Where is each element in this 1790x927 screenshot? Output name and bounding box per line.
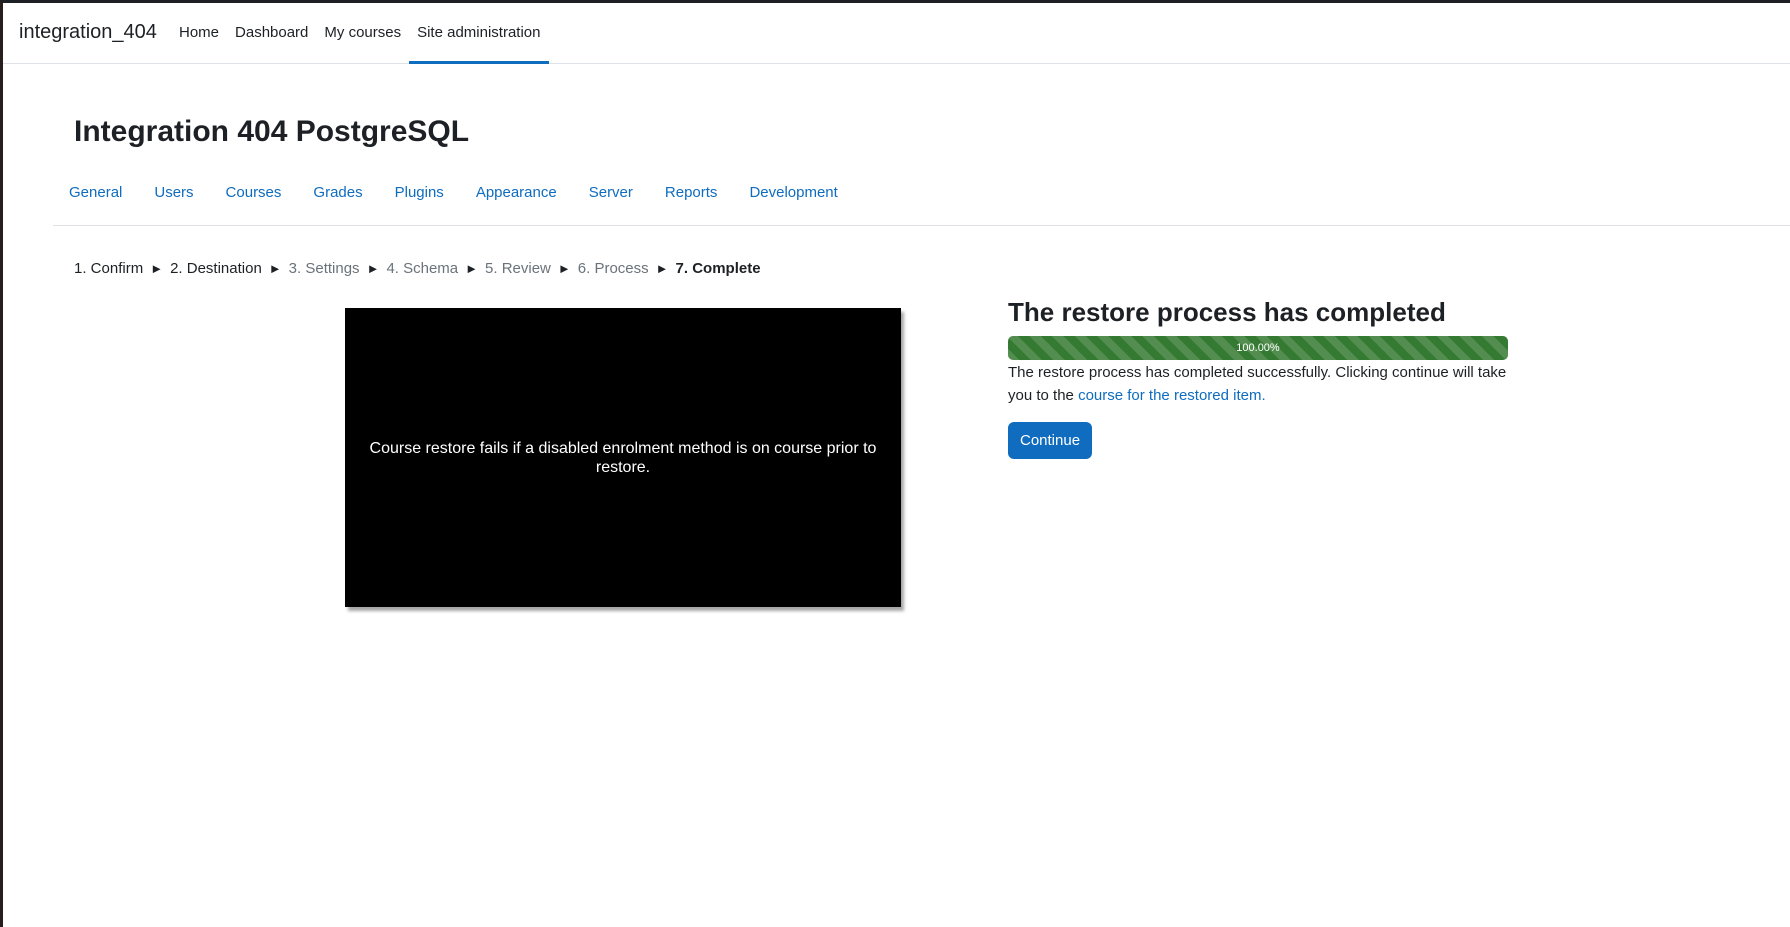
result-message: The restore process has completed succes…: [1008, 361, 1518, 407]
tab-appearance[interactable]: Appearance: [460, 175, 573, 211]
tab-plugins[interactable]: Plugins: [379, 175, 460, 211]
nav-home[interactable]: Home: [171, 3, 227, 63]
video-caption: Course restore fails if a disabled enrol…: [369, 439, 877, 476]
tab-server[interactable]: Server: [573, 175, 649, 211]
step-process: 6. Process: [577, 260, 649, 277]
progress-bar-fill: 100.00%: [1008, 336, 1508, 360]
site-brand[interactable]: integration_404: [19, 21, 157, 44]
step-separator-icon: ►: [557, 261, 571, 276]
step-destination: 2. Destination: [170, 260, 262, 277]
step-complete: 7. Complete: [675, 260, 761, 277]
top-navbar: integration_404 Home Dashboard My course…: [3, 3, 1790, 64]
video-panel[interactable]: Course restore fails if a disabled enrol…: [345, 308, 901, 607]
step-review: 5. Review: [485, 260, 551, 277]
nav-my-courses[interactable]: My courses: [316, 3, 409, 63]
nav-dashboard[interactable]: Dashboard: [227, 3, 316, 63]
secondary-navigation: General Users Courses Grades Plugins App…: [53, 175, 1790, 226]
result-heading: The restore process has completed: [1008, 297, 1446, 327]
nav-site-administration[interactable]: Site administration: [409, 3, 549, 64]
step-confirm: 1. Confirm: [74, 260, 144, 277]
restore-stepper: 1. Confirm ► 2. Destination ► 3. Setting…: [74, 260, 761, 277]
step-separator-icon: ►: [366, 261, 380, 276]
tab-general[interactable]: General: [53, 175, 138, 211]
tab-development[interactable]: Development: [733, 175, 853, 211]
tab-grades[interactable]: Grades: [297, 175, 378, 211]
tab-users[interactable]: Users: [138, 175, 209, 211]
step-separator-icon: ►: [150, 261, 164, 276]
page-title: Integration 404 PostgreSQL: [74, 115, 470, 148]
progress-bar-track: 100.00%: [1008, 336, 1508, 360]
primary-navigation: Home Dashboard My courses Site administr…: [171, 3, 549, 64]
tab-courses[interactable]: Courses: [210, 175, 298, 211]
step-schema: 4. Schema: [386, 260, 459, 277]
continue-button[interactable]: Continue: [1008, 422, 1093, 459]
step-separator-icon: ►: [268, 261, 282, 276]
step-separator-icon: ►: [465, 261, 479, 276]
step-settings: 3. Settings: [288, 260, 360, 277]
tab-reports[interactable]: Reports: [649, 175, 734, 211]
step-separator-icon: ►: [655, 261, 669, 276]
restored-course-link[interactable]: course for the restored item.: [1078, 387, 1266, 404]
